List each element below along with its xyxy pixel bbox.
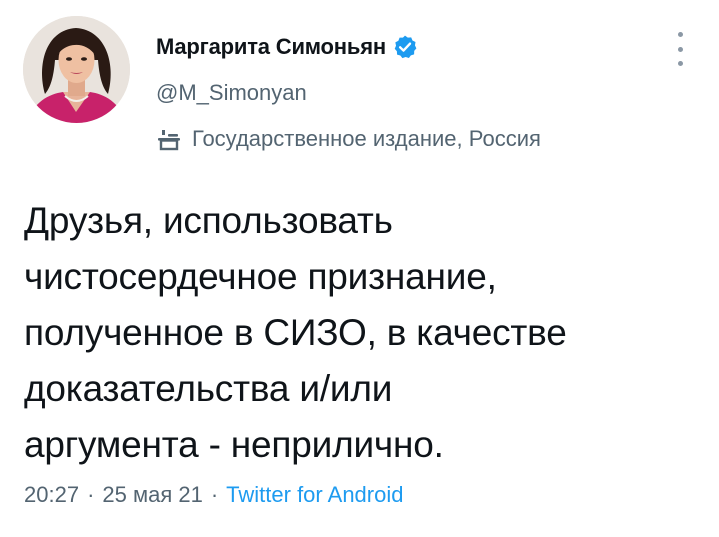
user-handle[interactable]: @M_Simonyan (156, 80, 307, 106)
meta-separator: · (87, 482, 95, 507)
tweet-text-line: чистосердечное признание, (24, 256, 497, 297)
author-name-row: Маргарита Симоньян (156, 32, 418, 62)
podium-icon (156, 126, 182, 152)
tweet-source-link[interactable]: Twitter for Android (226, 482, 403, 508)
tweet-text-line: доказательства и/или (24, 368, 393, 409)
meta-separator: · (210, 482, 219, 507)
more-options-icon[interactable] (668, 32, 692, 66)
verified-badge-icon (392, 34, 418, 60)
state-media-label[interactable]: Государственное издание, Россия (156, 124, 541, 154)
tweet-time[interactable]: 20:27 (24, 482, 79, 508)
state-media-label-text: Государственное издание, Россия (192, 126, 541, 151)
tweet-text-line: Друзья, использовать (24, 200, 393, 241)
tweet-text: Друзья, использовать чистосердечное приз… (24, 193, 704, 473)
display-name[interactable]: Маргарита Симоньян (156, 34, 386, 60)
avatar[interactable] (23, 16, 130, 123)
tweet-date[interactable]: 25 мая 21 (102, 482, 202, 508)
more-dot (677, 32, 683, 37)
tweet-card: Маргарита Симоньян @M_Simonyan Государст… (0, 0, 719, 537)
tweet-metadata: 20:27 · 25 мая 21 · Twitter for Android (24, 482, 403, 508)
tweet-text-line: полученное в СИЗО, в качестве (24, 312, 567, 353)
more-dot (677, 46, 683, 52)
tweet-text-line: аргумента - неприлично. (24, 424, 444, 465)
more-dot (677, 61, 683, 66)
